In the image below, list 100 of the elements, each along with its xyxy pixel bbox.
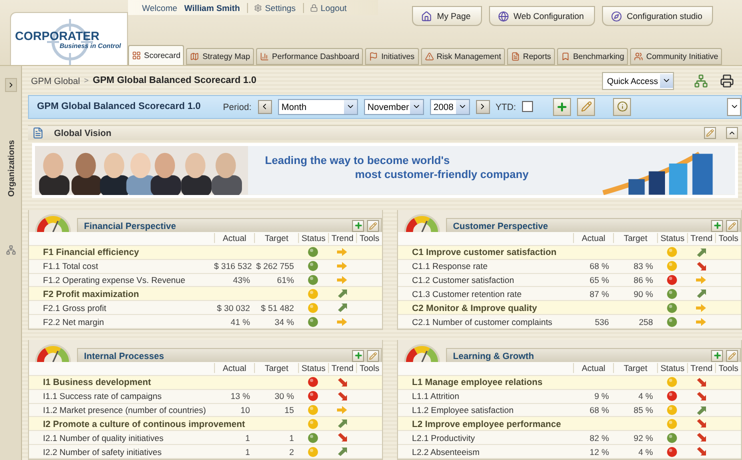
edit-button[interactable] xyxy=(367,350,379,362)
column-header: Tools xyxy=(356,363,382,374)
ytd-checkbox[interactable] xyxy=(522,101,534,112)
column-header: Trend xyxy=(687,233,715,244)
hierarchy-button[interactable] xyxy=(692,72,710,90)
actual-value: 43% xyxy=(232,275,251,285)
column-header: Trend xyxy=(328,363,356,374)
actual-value: 87 % xyxy=(588,288,610,299)
column-header: Trend xyxy=(328,233,356,244)
pencil-icon xyxy=(706,128,714,137)
measure-name[interactable]: C1.3 Customer retention rate xyxy=(398,288,573,299)
actual-value: 12 % xyxy=(588,446,610,457)
panel-title: Customer Perspective xyxy=(453,220,550,230)
measure-name[interactable]: I2.2 Number of safety initiatives xyxy=(29,446,214,457)
column-header: Tools xyxy=(356,233,382,244)
nav-tab[interactable]: Benchmarking xyxy=(557,48,628,65)
measure-name[interactable]: F1.1 Total cost xyxy=(29,261,214,272)
measure-name[interactable]: L1.2 Employee satisfaction xyxy=(398,405,573,415)
user-link[interactable]: Settings xyxy=(246,2,296,12)
actual-value: $ 316 532 xyxy=(214,261,253,272)
add-button[interactable] xyxy=(352,350,364,362)
nav-tab[interactable]: Strategy Map xyxy=(186,48,254,65)
measure-name[interactable]: F2.2 Net margin xyxy=(29,316,214,327)
breadcrumb-link[interactable]: GPM Global xyxy=(31,76,80,86)
target-value: 34 % xyxy=(274,316,295,327)
period-type-select[interactable]: Month xyxy=(278,98,358,115)
hierarchy-icon xyxy=(6,244,16,255)
nav-tab[interactable]: Risk Management xyxy=(420,48,506,65)
plus-icon xyxy=(556,100,568,113)
measure-name[interactable]: L2.1 Productivity xyxy=(398,432,573,443)
top-button[interactable]: Configuration studio xyxy=(602,6,714,26)
top-button[interactable]: Web Configuration xyxy=(488,6,595,26)
print-button[interactable] xyxy=(718,72,736,90)
breadcrumb-separator: > xyxy=(84,76,89,86)
scorecard-title: GPM Global Balanced Scorecard 1.0 xyxy=(37,101,202,112)
edit-button[interactable] xyxy=(577,98,596,116)
column-header: Status xyxy=(657,363,687,374)
target-value: 83 % xyxy=(632,261,654,272)
collapse-button[interactable] xyxy=(726,126,738,139)
user-name: William Smith xyxy=(184,2,240,12)
top-button[interactable]: My Page xyxy=(412,6,482,26)
actual-value: $ 30 032 xyxy=(216,302,251,313)
edit-button[interactable] xyxy=(704,126,716,139)
previous-period-button[interactable] xyxy=(258,100,272,114)
grid-icon xyxy=(132,51,141,60)
nav-tab[interactable]: Scorecard xyxy=(128,45,184,65)
nav-tab[interactable]: Performance Dashboard xyxy=(256,48,364,65)
sidebar-label[interactable]: Organizations xyxy=(6,140,16,197)
column-header: Status xyxy=(298,363,328,374)
user-link[interactable]: Logout xyxy=(302,2,347,12)
column-header: Target xyxy=(613,233,657,244)
measure-name[interactable]: C1.2 Customer satisfaction xyxy=(398,275,573,285)
section-title: Global Vision xyxy=(54,128,112,138)
target-value: 1 xyxy=(288,432,295,443)
actual-value: 536 xyxy=(594,316,610,327)
edit-button[interactable] xyxy=(726,220,738,232)
measure-name[interactable]: F1.2 Operating expense Vs. Revenue xyxy=(29,275,214,285)
compass-icon xyxy=(610,10,622,22)
nav-tab[interactable]: Community Initiative xyxy=(630,48,722,65)
add-button[interactable] xyxy=(711,220,723,232)
actual-value: 68 % xyxy=(588,261,610,272)
nav-tab[interactable]: Reports xyxy=(507,48,556,65)
measure-name[interactable]: F2.1 Gross profit xyxy=(29,302,214,313)
bookmark-icon xyxy=(561,52,570,61)
quick-access-dropdown[interactable]: Quick Access xyxy=(602,72,674,90)
column-header: Target xyxy=(254,363,298,374)
actual-value: 41 % xyxy=(230,316,251,327)
edit-button[interactable] xyxy=(367,220,379,232)
measure-name[interactable]: C2.1 Number of customer complaints xyxy=(398,316,573,327)
measure-name[interactable]: I1.2 Market presence (number of countries) xyxy=(29,405,214,415)
actual-value: 9 % xyxy=(593,391,610,402)
measure-name[interactable]: L1.1 Attrition xyxy=(398,391,573,402)
measure-name[interactable]: I1.1 Success rate of campaigns xyxy=(29,391,214,402)
measure-name[interactable]: I2.1 Number of quality initiatives xyxy=(29,432,214,443)
add-button[interactable] xyxy=(352,220,364,232)
column-header: Actual xyxy=(214,363,254,374)
measure-name[interactable]: L2.2 Absenteeism xyxy=(398,446,573,457)
pencil-icon xyxy=(728,222,736,230)
actual-value: 68 % xyxy=(588,405,610,415)
target-value: 4 % xyxy=(637,446,654,457)
next-period-button[interactable] xyxy=(476,100,490,114)
nav-tab[interactable]: Initiatives xyxy=(365,48,419,65)
year-select[interactable]: 2008 xyxy=(430,98,470,115)
info-button[interactable] xyxy=(613,98,632,116)
edit-button[interactable] xyxy=(726,350,738,362)
column-header: Status xyxy=(298,233,328,244)
period-value-select[interactable]: November xyxy=(364,98,424,115)
column-header: Tools xyxy=(715,363,741,374)
add-button[interactable] xyxy=(711,350,723,362)
add-button[interactable] xyxy=(553,98,572,116)
breadcrumb-current: GPM Global Balanced Scorecard 1.0 xyxy=(92,75,256,86)
measure-name[interactable]: C1.1 Response rate xyxy=(398,261,573,272)
pencil-icon xyxy=(580,101,592,112)
plus-icon xyxy=(354,221,362,230)
banner-headline: most customer-friendly company xyxy=(355,169,529,182)
printer-icon xyxy=(720,74,734,88)
target-value: 15 xyxy=(284,405,295,415)
info-icon xyxy=(616,101,628,112)
menu-dropdown-button[interactable] xyxy=(727,98,741,116)
sidebar-expand-button[interactable] xyxy=(4,78,16,92)
